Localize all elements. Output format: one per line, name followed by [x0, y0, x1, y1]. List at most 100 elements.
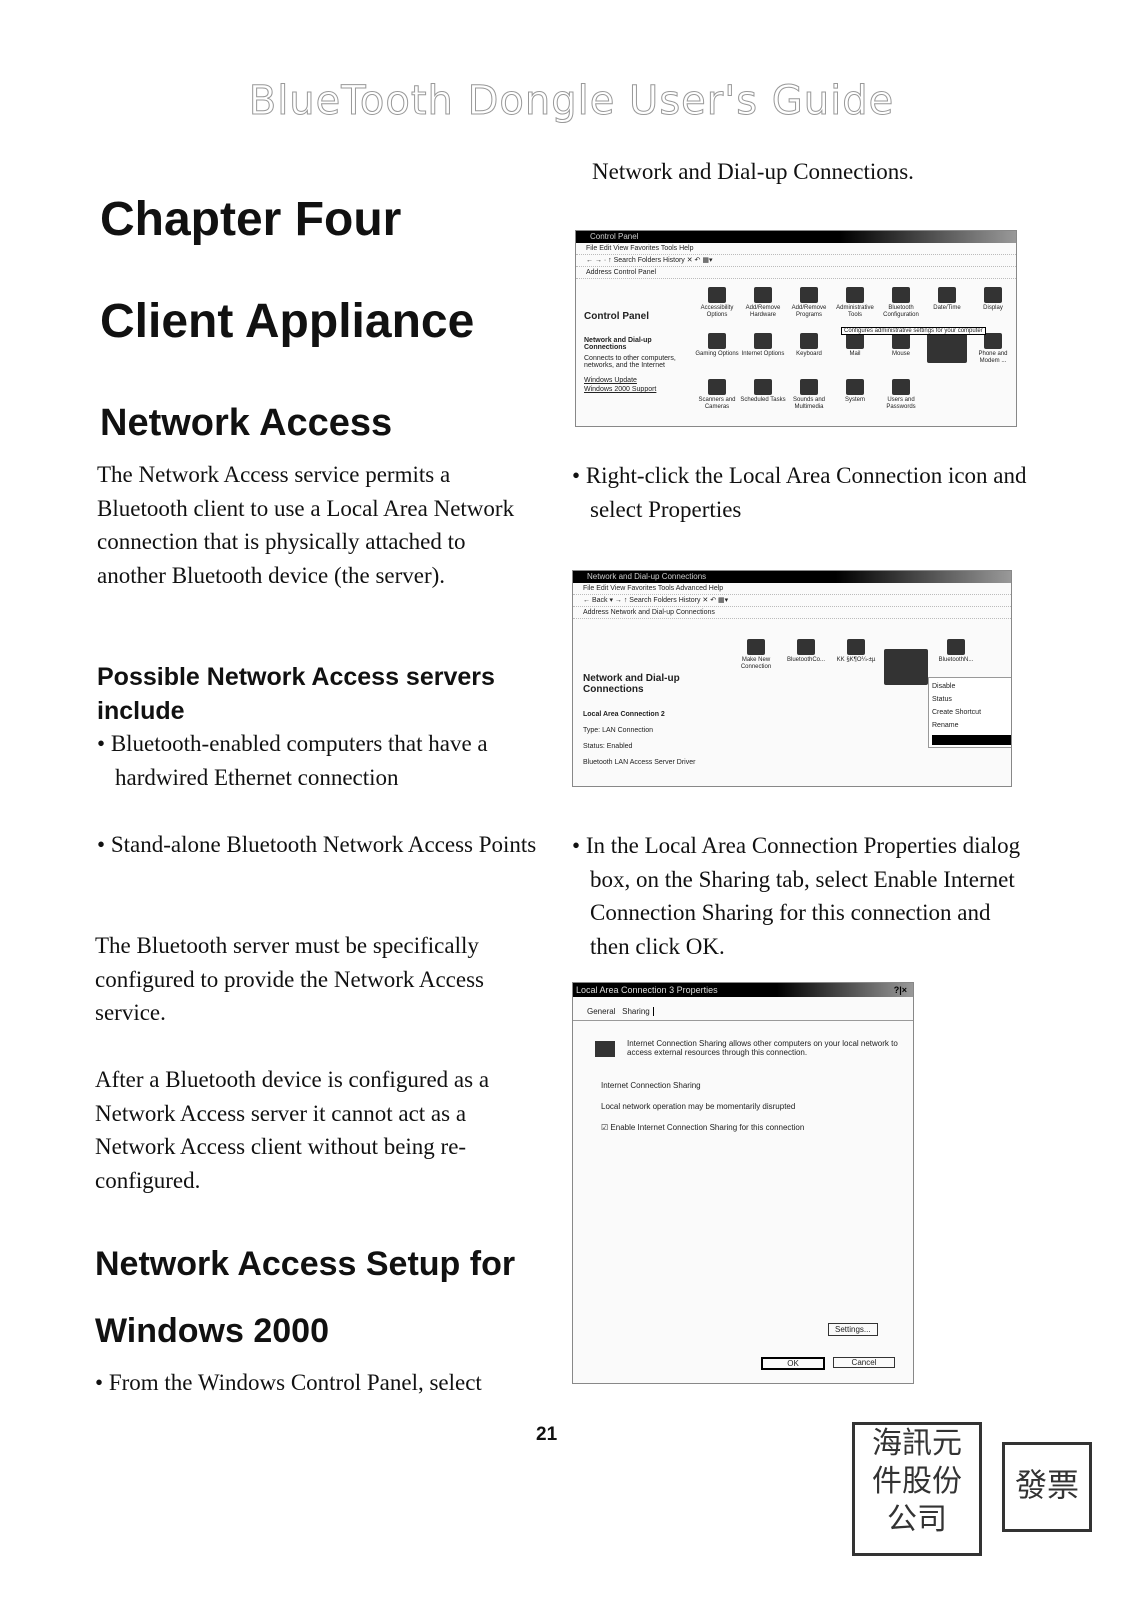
menu-item-status[interactable]: Status [932, 693, 1011, 706]
icon-label: Date/Time [933, 305, 961, 311]
help-close-buttons[interactable]: ?|× [894, 983, 907, 997]
tab-general[interactable]: General [587, 1007, 615, 1016]
icon-label: Users and Passwords [886, 397, 916, 410]
applet-icon [892, 287, 910, 303]
company-seal-stamp: 海訊元 件股份 公司 [852, 1422, 982, 1556]
settings-button[interactable]: Settings... [828, 1323, 878, 1336]
control-panel-icon[interactable]: Mail [832, 333, 878, 358]
chapter-number: Chapter Four [100, 193, 402, 246]
network-connection-icon [847, 639, 865, 655]
control-panel-icon[interactable]: Phone and Modem ... [970, 333, 1016, 365]
panel-heading: Control Panel [584, 311, 650, 322]
address-bar: Address Control Panel [576, 267, 1016, 279]
control-panel-icon[interactable]: Sounds and Multimedia [786, 379, 832, 411]
icon-label: Add/Remove Hardware [745, 305, 781, 318]
applet-icon [984, 333, 1002, 349]
control-panel-icon[interactable]: Mouse [878, 333, 924, 358]
icon-label: Display [983, 305, 1003, 311]
control-panel-icon[interactable]: Scanners and Cameras [694, 379, 740, 411]
document-page: BlueTooth Dongle User's Guide Chapter Fo… [0, 0, 1143, 1600]
icon-label: BluetoothN... [938, 657, 974, 663]
servers-heading: Possible Network Access servers include [97, 663, 495, 725]
control-panel-icon[interactable]: Users and Passwords [878, 379, 924, 411]
connection-icon[interactable]: BluetoothN... [933, 639, 979, 664]
network-connection-icon [747, 639, 765, 655]
control-panel-icon[interactable]: Add/Remove Programs [786, 287, 832, 319]
tab-sharing[interactable]: Sharing [622, 1007, 654, 1016]
control-panel-icon[interactable] [924, 333, 970, 365]
icon-label: Add/Remove Programs [791, 305, 827, 318]
icon-label: Make New Connection [740, 657, 772, 670]
menu-bar: File Edit View Favorites Tools Advanced … [573, 583, 1011, 595]
control-panel-icon[interactable]: Keyboard [786, 333, 832, 358]
toolbar: ← Back ▾ → ↑ Search Folders History ✕ ↶ … [573, 595, 1011, 607]
network-connection-icon [884, 649, 928, 685]
menu-item-create-shortcut[interactable]: Create Shortcut [932, 706, 1011, 719]
control-panel-icon[interactable]: Internet Options [740, 333, 786, 358]
page-number: 21 [536, 1424, 558, 1445]
control-panel-icon[interactable]: Date/Time [924, 287, 970, 312]
applet-icon [708, 379, 726, 395]
control-panel-screenshot: Control Panel File Edit View Favorites T… [575, 230, 1017, 427]
control-panel-icon[interactable]: Accessibility Options [694, 287, 740, 319]
group-label: Internet Connection Sharing [601, 1081, 701, 1090]
cancel-button[interactable]: Cancel [833, 1357, 895, 1368]
link-desc: Connects to other computers, networks, a… [584, 355, 676, 369]
server-item-text: Bluetooth-enabled computers that have a … [110, 731, 488, 790]
sharing-description: Internet Connection Sharing allows other… [627, 1039, 898, 1057]
icon-label: Phone and Modem ... [978, 351, 1008, 364]
applet-icon [800, 333, 818, 349]
window-title: Control Panel [576, 231, 1016, 243]
control-panel-icon[interactable]: Add/Remove Hardware [740, 287, 786, 319]
icon-label: Sounds and Multimedia [792, 397, 826, 410]
control-panel-icon[interactable]: Bluetooth Configuration [878, 287, 924, 319]
menu-item-rename[interactable]: Rename [932, 719, 1011, 732]
icon-label: Scheduled Tasks [740, 397, 786, 403]
applet-icon [708, 333, 726, 349]
connection-icon[interactable]: KK §K¶O¼-±µ [833, 639, 879, 664]
icon-label: Mouse [891, 351, 910, 357]
control-panel-icon[interactable]: System [832, 379, 878, 404]
detail-status: Status: Enabled [583, 743, 633, 750]
windows-support-link: Windows 2000 Support [584, 386, 657, 393]
server-item-text: Stand-alone Bluetooth Network Access Poi… [110, 832, 537, 857]
invoice-seal-stamp: 發票 [1002, 1442, 1092, 1532]
server-item: • Stand-alone Bluetooth Network Access P… [97, 832, 537, 857]
menu-item-properties-highlighted[interactable] [932, 735, 1011, 745]
network-icon [595, 1041, 615, 1057]
step-text: From the Windows Control Panel, select [108, 1370, 482, 1395]
control-panel-icon[interactable]: Scheduled Tasks [740, 379, 786, 404]
context-menu: Disable Status Create Shortcut Rename [928, 677, 1011, 748]
panel-heading: Network and Dial-up Connections [583, 673, 680, 695]
toolbar: ← → · ↑ Search Folders History ✕ ↶ ▦▾ [576, 255, 1016, 267]
applet-icon [846, 379, 864, 395]
network-connection-icon [947, 639, 965, 655]
icon-label: Keyboard [796, 351, 822, 357]
network-connections-screenshot: Network and Dial-up Connections File Edi… [572, 570, 1012, 787]
connection-icon[interactable]: BluetoothCo... [783, 639, 829, 664]
step-text: In the Local Area Connection Properties … [585, 833, 1021, 959]
connection-icon[interactable]: Make New Connection [733, 639, 779, 671]
enable-sharing-checkbox[interactable]: ☑ Enable Internet Connection Sharing for… [601, 1123, 804, 1132]
ok-button[interactable]: OK [761, 1357, 825, 1370]
detail-type: Type: LAN Connection [583, 727, 654, 734]
section-heading: Network Access [100, 402, 393, 444]
applet-icon [800, 287, 818, 303]
icon-label: Internet Options [741, 351, 785, 357]
setup-heading-2: Windows 2000 [95, 1312, 329, 1350]
warning-text: Local network operation may be momentari… [601, 1102, 796, 1111]
link-title: Network and Dial-up Connections [584, 337, 652, 351]
properties-dialog-screenshot: Local Area Connection 3 Properties ?|× Ge… [572, 982, 914, 1384]
connection-icon[interactable] [883, 639, 929, 687]
network-connection-icon [797, 639, 815, 655]
applet-icon [927, 333, 967, 363]
step-item: • From the Windows Control Panel, select [95, 1370, 482, 1395]
menu-item-disable[interactable]: Disable [932, 680, 1011, 693]
applet-icon [754, 379, 772, 395]
control-panel-icon[interactable]: Gaming Options [694, 333, 740, 358]
intro-paragraph: The Network Access service permits a Blu… [97, 462, 515, 588]
dialog-title: Local Area Connection 3 Properties ?|× [573, 983, 913, 997]
control-panel-icon[interactable]: Administrative Tools [832, 287, 878, 319]
control-panel-icon[interactable]: Display [970, 287, 1016, 312]
icon-label: System [844, 397, 865, 403]
